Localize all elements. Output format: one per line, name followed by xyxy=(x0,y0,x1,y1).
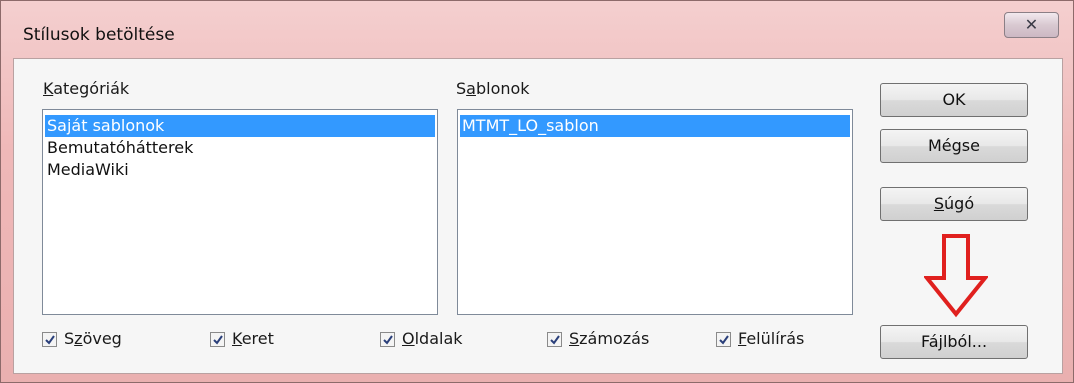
list-item-category-1[interactable]: Bemutatóhátterek xyxy=(45,137,435,159)
list-item-category-2[interactable]: MediaWiki xyxy=(45,159,435,181)
checkbox-pages-box[interactable] xyxy=(380,332,395,347)
checkbox-overwrite-label: Felülírás xyxy=(738,329,805,348)
check-icon xyxy=(719,335,729,345)
checkbox-numbering-box[interactable] xyxy=(547,332,562,347)
list-item-category-0[interactable]: Saját sablonok xyxy=(45,115,435,137)
down-arrow-icon xyxy=(924,234,988,318)
checkbox-overwrite-box[interactable] xyxy=(716,332,731,347)
categories-list[interactable]: Saját sablonok Bemutatóhátterek MediaWik… xyxy=(42,109,438,315)
check-icon xyxy=(45,335,55,345)
check-icon xyxy=(550,335,560,345)
check-icon xyxy=(213,335,223,345)
ok-button[interactable]: OK xyxy=(880,83,1028,117)
help-button[interactable]: Súgó xyxy=(880,187,1028,221)
checkbox-pages-label: Oldalak xyxy=(402,329,463,348)
from-file-button[interactable]: Fájlból... xyxy=(880,325,1028,359)
templates-list[interactable]: MTMT_LO_sablon xyxy=(457,109,853,315)
cancel-button[interactable]: Mégse xyxy=(880,129,1028,163)
check-icon xyxy=(383,335,393,345)
templates-label: Sablonok xyxy=(456,79,530,98)
checkbox-numbering-label: Számozás xyxy=(569,329,650,348)
checkbox-text-label: Szöveg xyxy=(64,329,122,348)
dialog-window: Stílusok betöltése ✕ Kategóriák Saját sa… xyxy=(0,0,1074,383)
checkbox-text-box[interactable] xyxy=(42,332,57,347)
list-item-template-0[interactable]: MTMT_LO_sablon xyxy=(460,115,850,137)
window-title: Stílusok betöltése xyxy=(23,25,175,45)
dialog-body: Kategóriák Saját sablonok Bemutatóhátter… xyxy=(13,58,1063,374)
categories-label: Kategóriák xyxy=(43,79,130,98)
checkbox-frame-label: Keret xyxy=(232,329,274,348)
close-icon: ✕ xyxy=(1024,15,1039,34)
checkbox-frame-box[interactable] xyxy=(210,332,225,347)
close-button[interactable]: ✕ xyxy=(1004,12,1059,38)
